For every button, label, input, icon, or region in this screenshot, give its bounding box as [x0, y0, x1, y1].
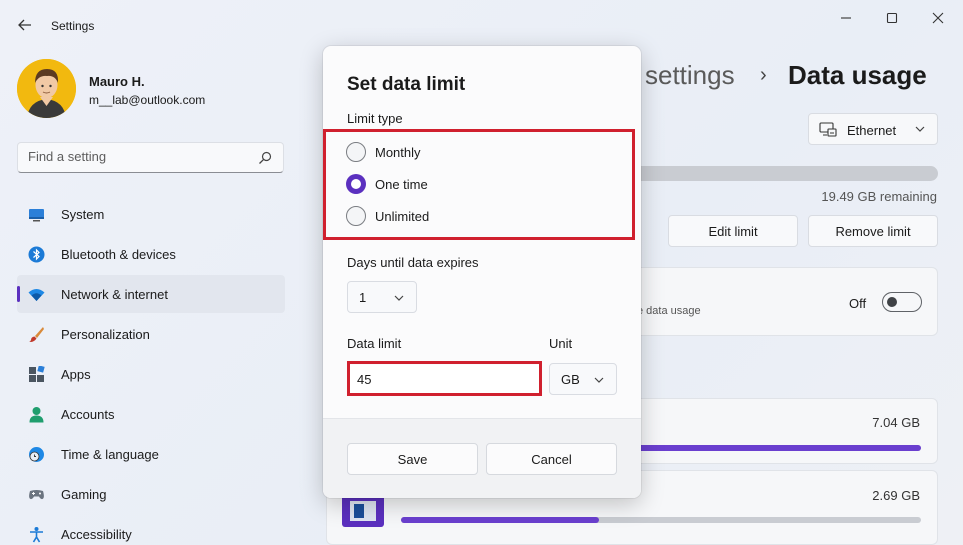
sidebar-item-network[interactable]: Network & internet: [17, 275, 285, 313]
unit-dropdown[interactable]: GB: [549, 363, 617, 395]
toggle-knob: [887, 297, 897, 307]
save-button[interactable]: Save: [347, 443, 478, 475]
network-select-value: Ethernet: [847, 123, 897, 138]
limit-type-label: Limit type: [347, 111, 403, 126]
sidebar-item-system[interactable]: System: [17, 195, 285, 233]
sidebar-item-label: Accounts: [61, 407, 115, 422]
chevron-down-icon: [915, 126, 925, 132]
toggle-label: Off: [849, 296, 867, 311]
sidebar-item-gaming[interactable]: Gaming: [17, 475, 285, 513]
chevron-down-icon: [594, 377, 604, 383]
search-icon[interactable]: [257, 150, 273, 166]
page-title: Data usage: [788, 60, 927, 90]
sidebar-item-label: Bluetooth & devices: [61, 247, 176, 262]
app-usage-size: 2.69 GB: [872, 488, 920, 503]
set-data-limit-dialog: Set data limit Limit type Monthly One ti…: [323, 46, 641, 498]
app-title: Settings: [51, 19, 95, 33]
days-value: 1: [359, 290, 367, 305]
back-button[interactable]: [12, 13, 38, 37]
sidebar-item-apps[interactable]: Apps: [17, 355, 285, 393]
user-email: m__lab@outlook.com: [89, 93, 206, 107]
data-limit-label: Data limit: [347, 336, 402, 351]
sidebar-item-bluetooth[interactable]: Bluetooth & devices: [17, 235, 285, 273]
monitor-icon: [29, 209, 44, 222]
edit-limit-button[interactable]: Edit limit: [668, 215, 798, 247]
sidebar-item-label: Time & language: [61, 447, 159, 462]
remove-limit-button[interactable]: Remove limit: [808, 215, 938, 247]
chevron-down-icon: [394, 295, 404, 301]
unit-label: Unit: [549, 336, 573, 351]
search-input[interactable]: [28, 149, 248, 164]
days-dropdown[interactable]: 1: [347, 281, 417, 313]
days-label: Days until data expires: [347, 255, 479, 270]
usage-progress-bar: [600, 166, 938, 181]
wifi-icon: [28, 289, 45, 301]
maximize-button[interactable]: [872, 6, 912, 30]
background-data-toggle[interactable]: [882, 292, 922, 312]
settings-window: Settings Mauro H. m__lab@outlook.com Fin…: [0, 0, 963, 545]
sidebar-item-label: Accessibility: [61, 527, 132, 542]
network-select[interactable]: Ethernet: [808, 113, 938, 145]
breadcrumb-parent[interactable]: settings: [645, 60, 735, 91]
app-usage-bar-fill: [401, 517, 599, 523]
sidebar-item-label: Network & internet: [61, 287, 168, 302]
apps-icon: [29, 366, 45, 382]
minimize-icon: [841, 17, 851, 19]
sidebar-item-personalization[interactable]: Personalization: [17, 315, 285, 353]
app-usage-bar: [401, 517, 921, 523]
maximize-icon: [886, 12, 898, 24]
gamepad-icon: [29, 490, 44, 500]
sidebar-item-label: Gaming: [61, 487, 107, 502]
search-box[interactable]: [17, 142, 284, 173]
close-icon: [932, 12, 944, 24]
user-avatar-icon: [17, 59, 76, 118]
person-icon: [29, 407, 44, 423]
app-usage-size: 7.04 GB: [872, 415, 920, 430]
unit-value: GB: [561, 372, 580, 387]
dialog-title: Set data limit: [347, 74, 466, 95]
background-data-description: e data usage: [637, 305, 701, 317]
minimize-button[interactable]: [826, 6, 866, 30]
sidebar-nav: System Bluetooth & devices Network & int…: [17, 195, 285, 545]
ethernet-icon: [819, 122, 837, 137]
accessibility-icon: [30, 527, 43, 543]
dialog-footer: Save Cancel: [323, 418, 641, 498]
brush-icon: [29, 327, 44, 343]
user-name: Mauro H.: [89, 74, 145, 89]
sidebar-item-accounts[interactable]: Accounts: [17, 395, 285, 433]
limit-type-highlight: [323, 129, 635, 240]
sidebar-item-label: System: [61, 207, 105, 222]
back-arrow-icon: [18, 19, 31, 31]
sidebar-item-label: Personalization: [61, 327, 150, 342]
data-limit-highlight: [347, 361, 542, 396]
app-icon: [342, 495, 384, 527]
sidebar-item-accessibility[interactable]: Accessibility: [17, 515, 285, 545]
sidebar-item-time-language[interactable]: Time & language: [17, 435, 285, 473]
breadcrumb-separator: ›: [760, 64, 767, 86]
title-bar: Settings: [0, 0, 963, 50]
sidebar-item-label: Apps: [61, 367, 91, 382]
bluetooth-icon: [28, 246, 45, 263]
cancel-button[interactable]: Cancel: [486, 443, 617, 475]
avatar[interactable]: [17, 59, 76, 118]
close-button[interactable]: [918, 6, 958, 30]
clock-globe-icon: [29, 447, 44, 462]
remaining-label: 19.49 GB remaining: [821, 189, 937, 204]
